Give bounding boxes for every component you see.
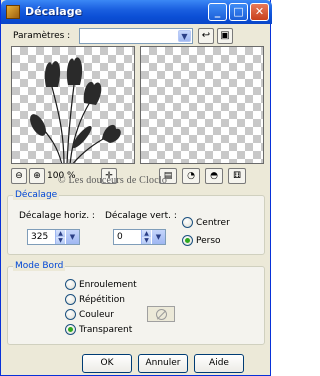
chevron-down-icon: ▼ (178, 30, 191, 42)
vert-offset-label: Décalage vert. : (105, 211, 177, 221)
dice-icon[interactable]: ⚅ (228, 168, 246, 184)
radio-transparent[interactable] (65, 324, 76, 335)
title-bar[interactable]: Décalage _ □ ✕ (1, 0, 272, 24)
mode-bord-group: Mode Bord (7, 261, 265, 345)
vert-offset-spinner[interactable]: 0 ▲ ▼ ▼ (113, 229, 166, 245)
dialog-window: Décalage _ □ ✕ Paramètres : ▼ ↩ ▣ ⊖ ⊕ 10… (0, 0, 272, 376)
spin-down-icon[interactable]: ▼ (142, 237, 151, 244)
horiz-offset-value: 325 (31, 232, 49, 242)
maximize-button[interactable]: □ (229, 3, 248, 21)
flower-image (30, 57, 121, 163)
minimize-button[interactable]: _ (208, 3, 227, 21)
radio-perso-label: Perso (196, 236, 221, 246)
app-icon (6, 5, 20, 19)
cancel-button[interactable]: Annuler (138, 354, 188, 373)
radio-enroulement-label: Enroulement (79, 280, 137, 290)
horiz-offset-spinner[interactable]: 325 ▲ ▼ ▼ (27, 229, 80, 245)
radio-couleur-label: Couleur (79, 310, 114, 320)
radio-perso[interactable] (182, 235, 193, 246)
eye-dropper-icon[interactable]: ◔ (182, 168, 200, 184)
color-swatch[interactable] (147, 306, 175, 322)
radio-enroulement[interactable] (65, 279, 76, 290)
decalage-group-title: Décalage (13, 190, 60, 200)
radio-centrer-label: Centrer (196, 218, 230, 228)
reset-icon[interactable]: ↩ (198, 28, 214, 44)
zoom-in-icon[interactable]: ⊕ (29, 168, 45, 184)
spin-up-icon[interactable]: ▲ (56, 230, 65, 237)
watermark-text: © Les douceurs de Cloclo (58, 175, 168, 186)
eye-icon[interactable]: ◓ (205, 168, 223, 184)
preview-before[interactable] (11, 46, 135, 164)
spin-down-icon[interactable]: ▼ (56, 237, 65, 244)
chevron-down-icon[interactable]: ▼ (66, 230, 79, 244)
radio-centrer[interactable] (182, 217, 193, 228)
radio-repetition-label: Répétition (79, 295, 125, 305)
no-color-icon (156, 309, 167, 320)
chevron-down-icon[interactable]: ▼ (152, 230, 165, 244)
params-select[interactable]: ▼ (79, 28, 193, 44)
mode-bord-group-title: Mode Bord (13, 261, 66, 271)
preview-after[interactable] (140, 46, 264, 164)
close-button[interactable]: ✕ (250, 3, 269, 21)
horiz-offset-label: Décalage horiz. : (19, 211, 95, 221)
zoom-out-icon[interactable]: ⊖ (11, 168, 27, 184)
vert-offset-value: 0 (117, 232, 123, 242)
spin-up-icon[interactable]: ▲ (142, 230, 151, 237)
radio-transparent-label: Transparent (79, 325, 133, 335)
radio-repetition[interactable] (65, 294, 76, 305)
save-icon[interactable]: ▣ (217, 28, 233, 44)
params-label: Paramètres : (13, 31, 71, 41)
ok-button[interactable]: OK (82, 354, 132, 373)
radio-couleur[interactable] (65, 309, 76, 320)
window-title: Décalage (25, 5, 83, 18)
help-button[interactable]: Aide (194, 354, 244, 373)
